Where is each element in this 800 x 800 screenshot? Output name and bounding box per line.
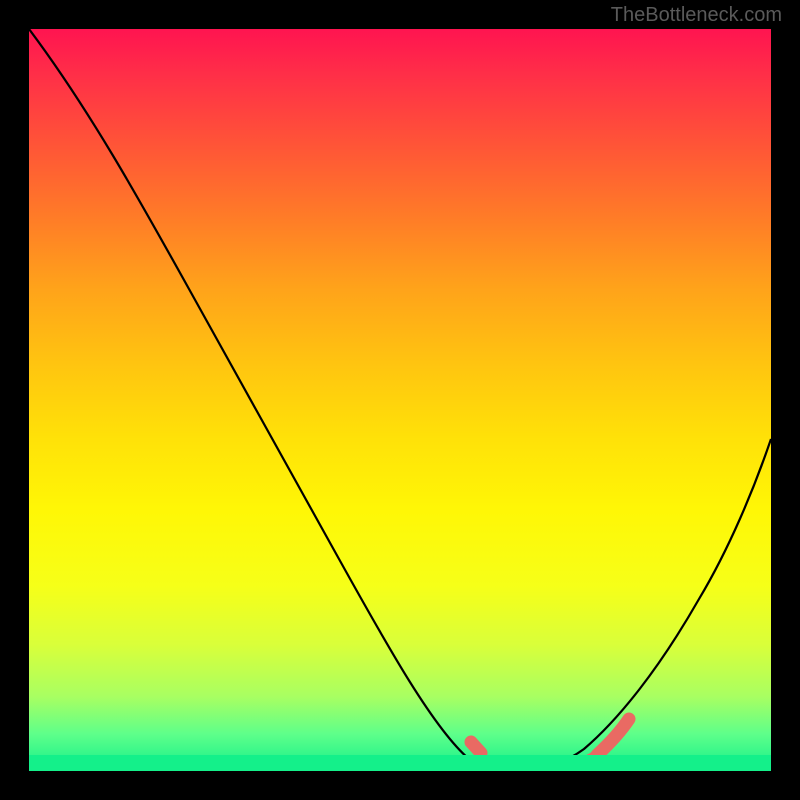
green-baseline-strip (29, 755, 771, 771)
plot-area (29, 29, 771, 771)
highlight-right-rise (597, 719, 629, 755)
bottleneck-curve-path (29, 29, 771, 769)
bottleneck-curve-svg (29, 29, 771, 771)
highlight-left-dot (471, 742, 481, 753)
watermark: TheBottleneck.com (611, 4, 782, 27)
